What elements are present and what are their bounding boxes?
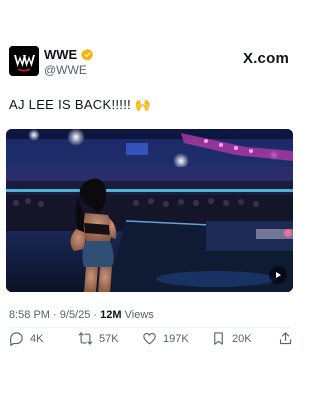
x-com-logo[interactable]: X.com [243,50,289,67]
divider [9,327,291,328]
bookmark-count: 20K [232,332,252,345]
like-count: 197K [163,332,189,345]
meta-separator: · [93,309,98,321]
video-frame-image [6,129,293,292]
avatar[interactable] [9,46,39,76]
bookmark-button[interactable]: 20K [211,331,252,346]
repost-count: 57K [99,332,119,345]
reply-button[interactable]: 4K [9,331,43,346]
share-button[interactable] [278,331,293,346]
verified-badge-icon [81,48,94,61]
like-icon [143,332,156,345]
like-button[interactable]: 197K [142,331,189,346]
tweet-header: WWE @WWE X.com [0,0,300,90]
repost-button[interactable]: 57K [78,331,119,346]
account-handle[interactable]: @WWE [44,63,87,77]
repost-icon [78,332,93,345]
views-count: 12M [100,309,122,321]
bookmark-icon [214,332,223,345]
tweet-meta: 8:58 PM · 9/5/25 · 12M Views [9,309,154,321]
wwe-logo-icon [9,46,39,76]
reply-icon [9,332,23,346]
reply-count: 4K [30,332,44,345]
tweet-video[interactable] [6,129,293,292]
account-name-row: WWE [44,47,94,62]
play-icon[interactable] [269,266,287,284]
account-name[interactable]: WWE [44,47,77,62]
tweet-time[interactable]: 8:58 PM [9,309,50,321]
views-label: Views [124,309,154,321]
action-bar: 4K 57K 197K 20K [6,331,294,349]
tweet-date[interactable]: 9/5/25 [60,309,91,321]
share-icon [279,332,292,345]
tweet-text: AJ LEE IS BACK!!!!! 🙌 [9,97,152,112]
meta-separator: · [53,309,57,321]
